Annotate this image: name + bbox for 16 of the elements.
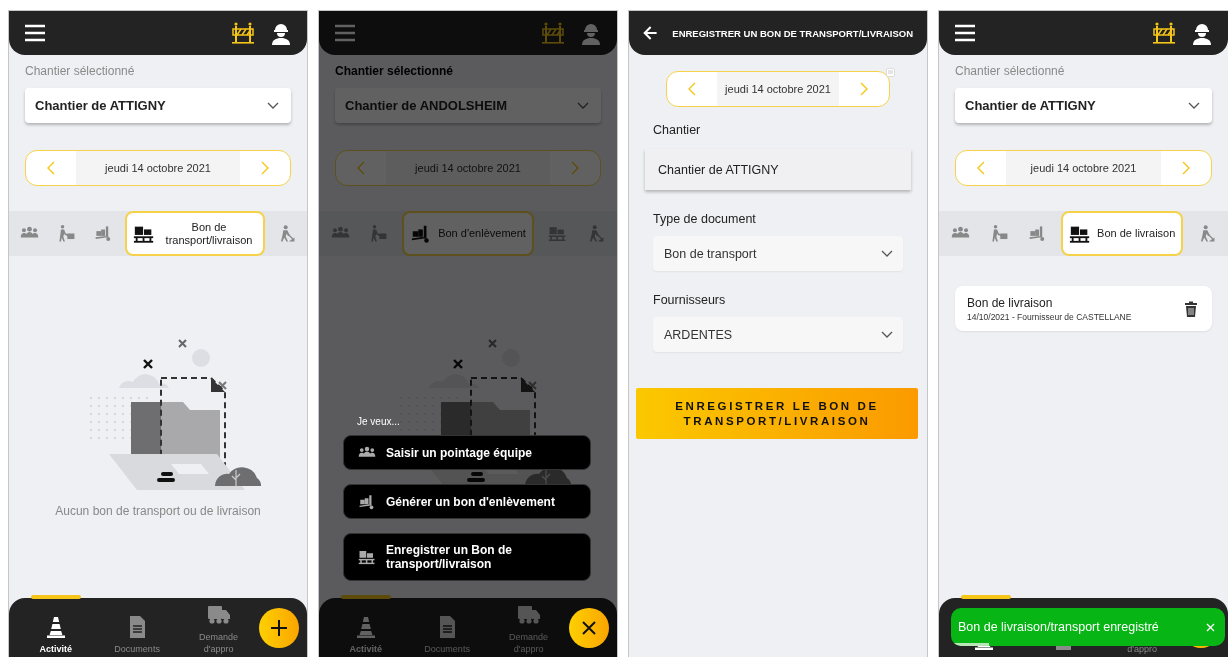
- menu-heading: Je veux...: [357, 416, 401, 427]
- field-label: Chantier sélectionné: [335, 64, 455, 78]
- record-subtitle: 14/10/2021 - Fournisseur de CASTELLANE: [967, 311, 1133, 322]
- record-title: Bon de livraison: [967, 295, 1054, 310]
- field-label: Type de document: [653, 212, 757, 226]
- field-label: Chantier: [653, 123, 702, 137]
- date-label: jeudi 14 octobre 2021: [386, 151, 550, 185]
- date-label: jeudi 14 octobre 2021: [76, 151, 240, 185]
- date-label: jeudi 14 octobre 2021: [1006, 151, 1161, 185]
- date-label: jeudi 14 octobre 2021: [717, 72, 839, 106]
- field-label: Fournisseurs: [653, 293, 727, 307]
- empty-message: Aucun bon de transport ou de livraison: [55, 504, 261, 518]
- screen-title: ENREGISTRER UN BON DE TRANSPORT/LIVRAISON: [672, 27, 913, 39]
- toast-message: Bon de livraison/transport enregistré: [958, 620, 1160, 634]
- field-label: Chantier sélectionné: [25, 64, 136, 78]
- field-label: Chantier sélectionné: [955, 64, 1066, 78]
